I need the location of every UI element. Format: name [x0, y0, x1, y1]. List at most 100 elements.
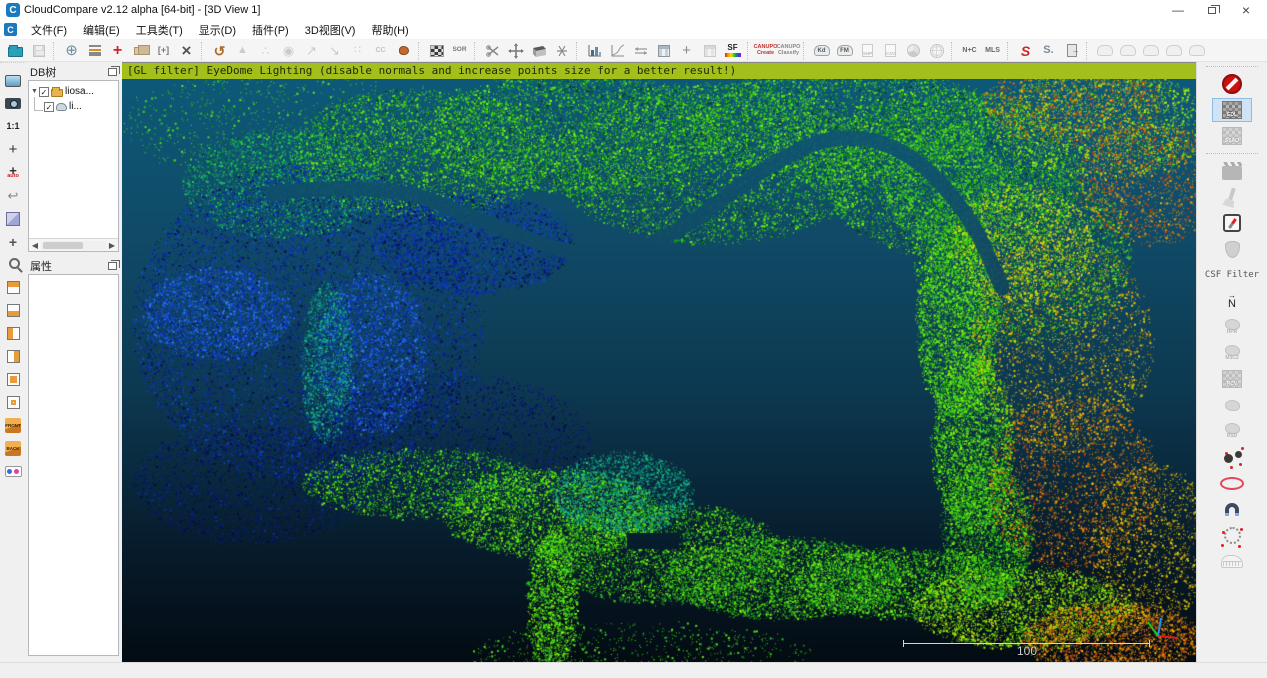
interactive-transform-button[interactable]: ↺ — [208, 41, 231, 61]
poisson-recon-plugin-button[interactable] — [1212, 393, 1252, 417]
db-tree-hscrollbar[interactable]: ◀ ▶ — [29, 238, 118, 251]
mls-smoothing-plugin-button[interactable]: MLS — [981, 41, 1004, 61]
view-right-button[interactable] — [2, 345, 24, 368]
ellipse-plugin-button[interactable] — [1212, 471, 1252, 495]
scroll-track[interactable] — [41, 241, 106, 250]
canupo-create-button[interactable]: CANUPO Create — [754, 41, 777, 61]
pcv-plugin-button[interactable]: PCV — [1212, 367, 1252, 391]
expander-icon[interactable]: ▼ — [30, 88, 39, 95]
canupo-classify-button[interactable]: CANUPO Classify — [777, 41, 800, 61]
shield-plugin-button[interactable] — [1212, 237, 1252, 261]
stat-test-button[interactable] — [652, 41, 675, 61]
fm-plugin-button[interactable]: FM — [833, 41, 856, 61]
statistics-blob-button[interactable] — [392, 41, 415, 61]
menu-item-3[interactable]: 显示(D) — [191, 23, 244, 39]
compass-plugin-button[interactable] — [1212, 211, 1252, 235]
cloud-cloud-distance-button[interactable]: CC — [369, 41, 392, 61]
normals-curvature-plugin-button[interactable]: N+C — [958, 41, 981, 61]
delete-button[interactable]: × — [175, 41, 198, 61]
iso-front-button[interactable]: FRONT — [2, 414, 24, 437]
fit-plane-button[interactable]: ∷ — [346, 41, 369, 61]
menu-item-1[interactable]: 编辑(E) — [75, 23, 128, 39]
minimize-button[interactable]: — — [1161, 1, 1195, 19]
restore-button[interactable] — [1195, 1, 1229, 19]
mdi-child-icon[interactable]: C — [4, 23, 17, 36]
menu-item-6[interactable]: 帮助(H) — [363, 23, 416, 39]
cloud-tool-plugin-button-2[interactable] — [1116, 41, 1139, 61]
stereo-mode-button[interactable] — [2, 460, 24, 483]
visibility-checkbox[interactable]: ✓ — [44, 102, 54, 112]
compute-normals-button[interactable]: ▲ — [231, 41, 254, 61]
segment-scissors-button[interactable] — [481, 41, 504, 61]
cloud-tool-plugin-button-3[interactable] — [1139, 41, 1162, 61]
hpr-plugin-button[interactable]: HPR — [1212, 315, 1252, 339]
menu-item-4[interactable]: 插件(P) — [244, 23, 297, 39]
m3c2-plugin-button[interactable]: M3C2 — [1212, 341, 1252, 365]
view-top-button[interactable] — [2, 276, 24, 299]
auto-pivot-button[interactable]: +auto — [2, 161, 24, 184]
translate-rotate-button[interactable] — [504, 41, 527, 61]
magnet-plugin-button[interactable] — [1212, 497, 1252, 521]
save-button[interactable] — [27, 41, 50, 61]
cloud-layers-plugin-button[interactable] — [1212, 549, 1252, 573]
histogram-button[interactable] — [583, 41, 606, 61]
properties-list-button[interactable] — [83, 41, 106, 61]
view-front-button[interactable] — [2, 368, 24, 391]
add-sf-button[interactable]: + — [675, 41, 698, 61]
view-back-button[interactable] — [2, 391, 24, 414]
csv-file-button[interactable]: CSV — [879, 41, 902, 61]
global-shift-button[interactable]: ⊕ — [60, 41, 83, 61]
normal-arrow-button[interactable]: →N — [1212, 289, 1252, 313]
mesh-tool-button[interactable]: ◉ — [277, 41, 300, 61]
menu-item-5[interactable]: 3D视图(V) — [297, 23, 364, 39]
shp-file-button[interactable]: SHP — [856, 41, 879, 61]
sor-filter-button[interactable]: SOR — [448, 41, 471, 61]
subsample-checker-button[interactable] — [425, 41, 448, 61]
clone-button[interactable] — [129, 41, 152, 61]
facets-pie-button[interactable] — [902, 41, 925, 61]
ransac-gears-plugin-button[interactable] — [1212, 445, 1252, 469]
animation-plugin-button[interactable] — [1212, 159, 1252, 183]
toolbar-drag-handle[interactable] — [1206, 66, 1258, 67]
menu-item-2[interactable]: 工具类(T) — [128, 23, 191, 39]
scatter-tool-button[interactable]: ↘ — [323, 41, 346, 61]
set-pivot-button[interactable]: + — [2, 138, 24, 161]
display-options-button[interactable] — [2, 69, 24, 92]
zoom-1-1-button[interactable]: 1:1 — [2, 115, 24, 138]
kd-tree-plugin-button[interactable]: Kd — [810, 41, 833, 61]
scroll-thumb[interactable] — [43, 242, 83, 249]
exit-door-plugin-button[interactable] — [1060, 41, 1083, 61]
clipping-box-button[interactable] — [527, 41, 550, 61]
close-button[interactable]: × — [1229, 1, 1263, 19]
iso-back-button[interactable]: BACK — [2, 437, 24, 460]
cloud-tool-plugin-button-1[interactable] — [1093, 41, 1116, 61]
globe-mesh-button[interactable] — [925, 41, 948, 61]
cloud-tool-plugin-button-5[interactable] — [1185, 41, 1208, 61]
tree-item-1[interactable]: ✓li... — [30, 99, 117, 114]
spline-red-plugin-button[interactable]: S — [1014, 41, 1037, 61]
tree-item-0[interactable]: ▼✓liosa... — [30, 84, 117, 99]
ssao-filter-button[interactable]: SSAO — [1212, 124, 1252, 148]
visibility-checkbox[interactable]: ✓ — [39, 87, 49, 97]
3d-view[interactable]: [GL filter] EyeDome Lighting (disable no… — [122, 62, 1196, 662]
db-tree-float-button[interactable] — [108, 68, 117, 76]
properties-float-button[interactable] — [108, 262, 117, 270]
remove-gl-filter-button[interactable] — [1212, 72, 1252, 96]
sf-calculator-button[interactable] — [698, 41, 721, 61]
rsd-plugin-button[interactable]: RSD — [1212, 419, 1252, 443]
csf-filter-label[interactable]: CSF Filter — [1212, 263, 1252, 287]
apply-transformation-button[interactable]: [+] — [152, 41, 175, 61]
cross-section-button[interactable] — [550, 41, 573, 61]
perspective-cube-button[interactable] — [2, 207, 24, 230]
sf-minmax-button[interactable] — [629, 41, 652, 61]
spline-fit-plugin-button[interactable]: S. — [1037, 41, 1060, 61]
scroll-right-icon[interactable]: ▶ — [106, 241, 118, 250]
point-pair-align-button[interactable]: + — [106, 41, 129, 61]
dot-circle-plugin-button[interactable] — [1212, 523, 1252, 547]
view-left-button[interactable] — [2, 322, 24, 345]
sf-color-scale-button[interactable]: SF — [721, 41, 744, 61]
scroll-left-icon[interactable]: ◀ — [29, 241, 41, 250]
menu-item-0[interactable]: 文件(F) — [23, 23, 75, 39]
cloud-tool-plugin-button-4[interactable] — [1162, 41, 1185, 61]
point-cloud-canvas[interactable] — [122, 63, 1196, 662]
